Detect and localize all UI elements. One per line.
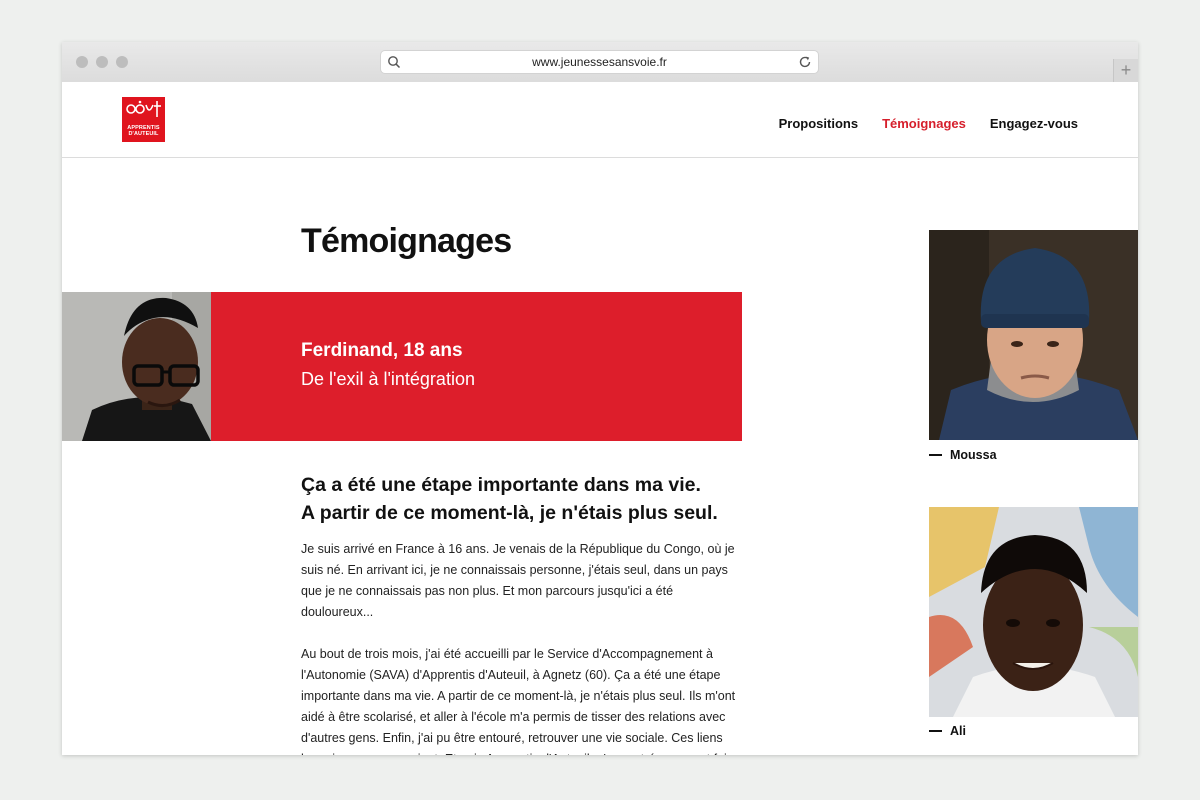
testimony-article: Je suis arrivé en France à 16 ans. Je ve… [301,539,741,755]
browser-titlebar: www.jeunessesansvoie.fr + [62,42,1138,83]
page-title: Témoignages [301,222,512,260]
search-icon [388,56,401,69]
ali-photo[interactable] [929,507,1138,717]
address-bar[interactable]: www.jeunessesansvoie.fr [381,51,818,73]
reload-icon[interactable] [798,55,812,69]
close-window-button[interactable] [76,56,88,68]
browser-window: www.jeunessesansvoie.fr + APPRENTIS D'AU… [62,42,1138,755]
pull-quote-line1: Ça a été une étape importante dans ma vi… [301,474,701,496]
article-paragraph: Je suis arrivé en France à 16 ans. Je ve… [301,542,735,619]
featured-subtitle: De l'exil à l'intégration [301,369,475,389]
moussa-photo[interactable] [929,230,1138,440]
zoom-window-button[interactable] [116,56,128,68]
dash-icon [929,729,942,732]
pull-quote: Ça a été une étape importante dans ma vi… [301,471,761,527]
person-label-moussa[interactable]: Moussa [929,448,997,462]
nav-item-engagez-vous[interactable]: Engagez-vous [990,116,1078,131]
nav-item-temoignages[interactable]: Témoignages [882,116,966,131]
site-header: APPRENTIS D'AUTEUIL Propositions Témoign… [62,82,1138,158]
logo-figures-icon [126,100,161,117]
dash-icon [929,453,942,456]
logo-text-line2: D'AUTEUIL [128,131,159,137]
url-text: www.jeunessesansvoie.fr [532,55,667,69]
featured-name: Ferdinand, 18 ans [301,340,463,361]
featured-testimony-banner[interactable]: Ferdinand, 18 ans De l'exil à l'intégrat… [211,292,742,441]
new-tab-button[interactable]: + [1113,59,1138,82]
pull-quote-line2: A partir de ce moment-là, je n'étais plu… [301,502,718,524]
nav-item-propositions[interactable]: Propositions [779,116,858,131]
person-name: Ali [950,724,966,738]
ferdinand-photo[interactable] [62,292,211,441]
apprentis-dauteuil-logo[interactable]: APPRENTIS D'AUTEUIL [122,97,165,142]
minimize-window-button[interactable] [96,56,108,68]
person-label-ali[interactable]: Ali [929,724,966,738]
article-paragraph: Au bout de trois mois, j'ai été accueill… [301,647,738,755]
main-nav: Propositions Témoignages Engagez-vous [779,116,1078,131]
person-name: Moussa [950,448,997,462]
